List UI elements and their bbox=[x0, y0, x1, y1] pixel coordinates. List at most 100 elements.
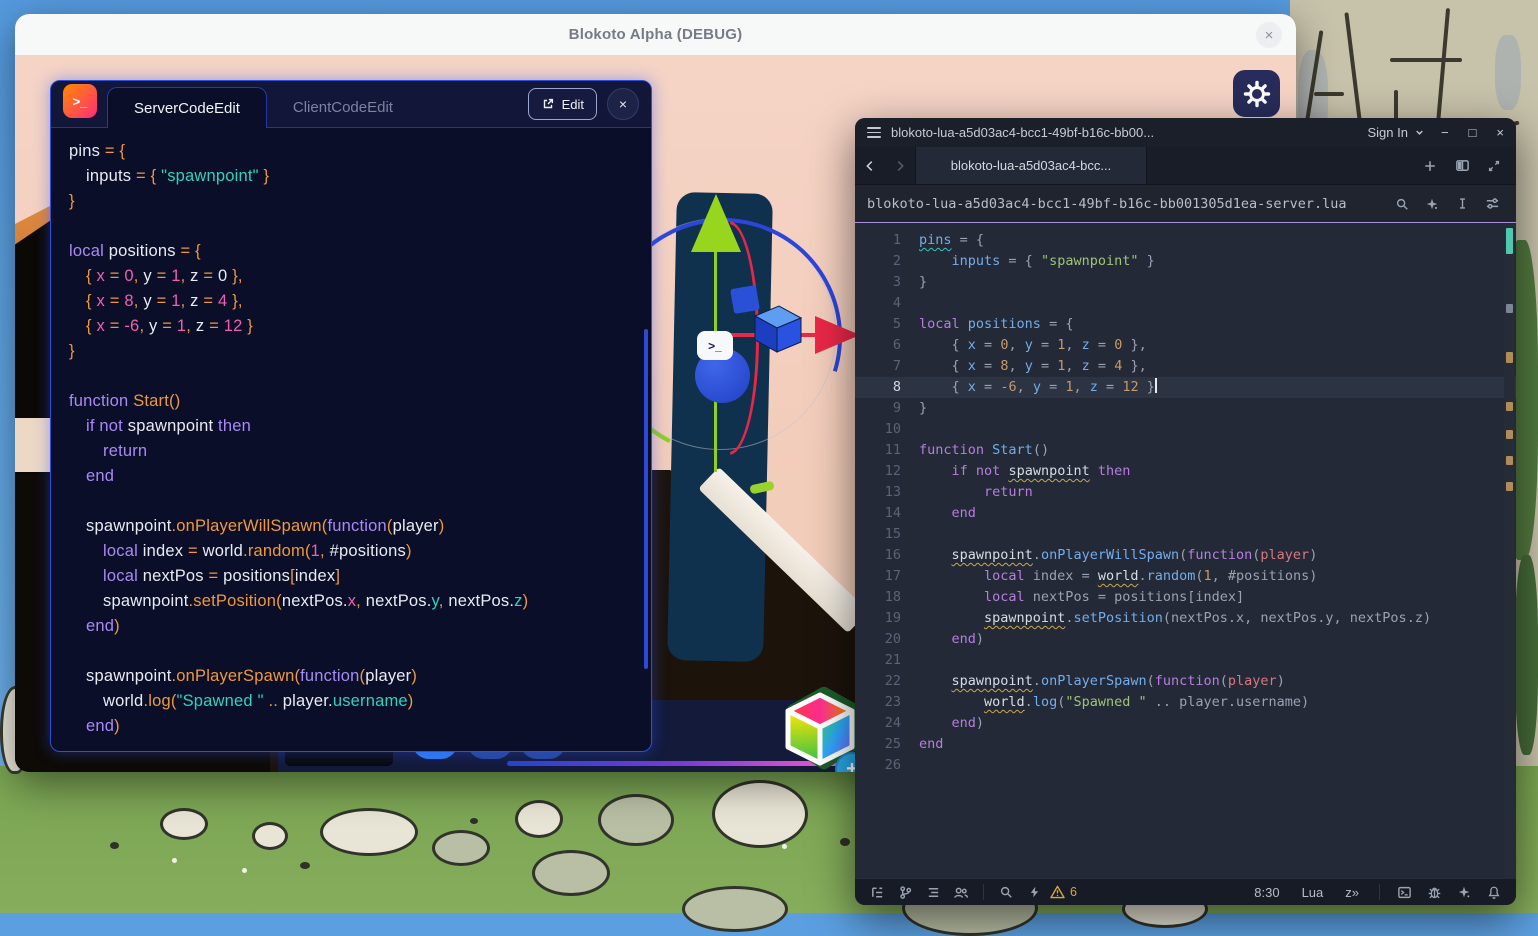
ingame-code-editor-panel: >_ ServerCodeEdit ClientCodeEdit Edit × … bbox=[50, 80, 652, 752]
git-branch-icon[interactable] bbox=[893, 881, 917, 903]
zed-code-editor[interactable]: 1pins = {2 inputs = { "spawnpoint" }3}45… bbox=[855, 224, 1516, 878]
search-icon[interactable] bbox=[1390, 192, 1414, 216]
zed-code-line: 21 bbox=[855, 650, 1516, 671]
zed-code-line: 15 bbox=[855, 524, 1516, 545]
language-indicator[interactable]: Lua bbox=[1294, 885, 1332, 900]
expand-icon[interactable] bbox=[1482, 154, 1506, 178]
ingame-editor-close-button[interactable]: × bbox=[607, 88, 639, 120]
line-number: 3 bbox=[855, 272, 919, 293]
zed-code-line: 9} bbox=[855, 398, 1516, 419]
close-button[interactable]: × bbox=[1496, 125, 1504, 140]
warnings-indicator[interactable]: 6 bbox=[1050, 885, 1077, 899]
line-number: 4 bbox=[855, 293, 919, 314]
line-number: 16 bbox=[855, 545, 919, 566]
line-number: 14 bbox=[855, 503, 919, 524]
tab-server-code-edit[interactable]: ServerCodeEdit bbox=[107, 87, 267, 128]
line-number: 9 bbox=[855, 398, 919, 419]
zed-code-line: 10 bbox=[855, 419, 1516, 440]
zed-titlebar: blokoto-lua-a5d03ac4-bcc1-49bf-b16c-bb00… bbox=[855, 118, 1516, 147]
scrollbar-mark-warning bbox=[1506, 482, 1513, 491]
gizmo-y-axis-arrow[interactable] bbox=[691, 194, 741, 252]
ingame-code-line: end) bbox=[69, 714, 633, 739]
ingame-code-line: spawnpoint.onPlayerSpawn(function(player… bbox=[69, 664, 633, 689]
text-cursor bbox=[1155, 378, 1157, 393]
file-path: blokoto-lua-a5d03ac4-bcc1-49bf-b16c-bb00… bbox=[867, 196, 1347, 212]
ingame-code-line: local positions = { bbox=[69, 239, 633, 264]
ingame-editor-header: >_ ServerCodeEdit ClientCodeEdit Edit × bbox=[51, 81, 651, 128]
cursor-position[interactable]: 8:30 bbox=[1246, 885, 1287, 900]
scrollbar-mark-warning bbox=[1506, 430, 1513, 439]
terminal-panel-icon[interactable] bbox=[1392, 881, 1416, 903]
edit-button[interactable]: Edit bbox=[528, 88, 597, 120]
script-terminal-badge[interactable]: >_ bbox=[697, 331, 733, 360]
edit-prediction-indicator[interactable]: z» bbox=[1337, 885, 1367, 900]
quick-action-icon[interactable] bbox=[1022, 881, 1046, 903]
ingame-code-line bbox=[69, 489, 633, 514]
zed-code-line: 17 local index = world.random(1, #positi… bbox=[855, 566, 1516, 587]
line-number: 21 bbox=[855, 650, 919, 671]
new-tab-icon[interactable] bbox=[1418, 154, 1442, 178]
minimize-button[interactable]: − bbox=[1441, 125, 1449, 140]
zed-code-line: 19 spawnpoint.setPosition(nextPos.x, nex… bbox=[855, 608, 1516, 629]
hamburger-icon[interactable] bbox=[867, 127, 881, 138]
ibeam-icon[interactable] bbox=[1450, 192, 1474, 216]
line-number: 24 bbox=[855, 713, 919, 734]
warning-icon bbox=[1050, 885, 1065, 899]
search-icon[interactable] bbox=[994, 881, 1018, 903]
ingame-code-area[interactable]: pins = {inputs = { "spawnpoint" }} local… bbox=[51, 128, 651, 751]
project-panel-icon[interactable] bbox=[865, 881, 889, 903]
assistant-sparkle-icon[interactable] bbox=[1452, 881, 1476, 903]
zed-code-line: 14 end bbox=[855, 503, 1516, 524]
back-arrow-icon[interactable] bbox=[855, 147, 885, 184]
tab-client-code-edit[interactable]: ClientCodeEdit bbox=[267, 87, 419, 127]
zed-scrollbar[interactable] bbox=[1504, 224, 1515, 878]
zed-code-line: 1pins = { bbox=[855, 230, 1516, 251]
scrollbar-mark-selection bbox=[1506, 228, 1513, 254]
terminal-icon: >_ bbox=[63, 84, 97, 118]
ingame-code-line: spawnpoint.onPlayerWillSpawn(function(pl… bbox=[69, 514, 633, 539]
forward-arrow-icon[interactable] bbox=[885, 147, 915, 184]
ingame-code-line: spawnpoint.setPosition(nextPos.x, nextPo… bbox=[69, 589, 633, 614]
ingame-code-line: local index = world.random(1, #positions… bbox=[69, 539, 633, 564]
zed-code-line: 7 { x = 8, y = 1, z = 4 }, bbox=[855, 356, 1516, 377]
bell-icon[interactable] bbox=[1482, 881, 1506, 903]
zed-code-line: 8 { x = -6, y = 1, z = 12 } bbox=[855, 377, 1516, 398]
line-number: 1 bbox=[855, 230, 919, 251]
zed-code-line: 22 spawnpoint.onPlayerSpawn(function(pla… bbox=[855, 671, 1516, 692]
sign-in-button[interactable]: Sign In bbox=[1367, 125, 1424, 140]
scrollbar-mark-warning bbox=[1506, 352, 1513, 363]
inline-assist-icon[interactable] bbox=[1420, 192, 1444, 216]
zed-code-line: 18 local nextPos = positions[index] bbox=[855, 587, 1516, 608]
zed-code-line: 13 return bbox=[855, 482, 1516, 503]
scene-beige-strip bbox=[15, 418, 53, 472]
settings-gear-button[interactable] bbox=[1233, 70, 1280, 117]
ingame-code-line: { x = -6, y = 1, z = 12 } bbox=[69, 314, 633, 339]
zed-code-line: 20 end) bbox=[855, 629, 1516, 650]
collab-icon[interactable] bbox=[949, 881, 973, 903]
ingame-code-line: { x = 0, y = 1, z = 0 }, bbox=[69, 264, 633, 289]
debug-icon[interactable] bbox=[1422, 881, 1446, 903]
game-window-close-button[interactable]: × bbox=[1256, 22, 1282, 48]
game-window-titlebar: Blokoto Alpha (DEBUG) × bbox=[15, 14, 1296, 55]
maximize-button[interactable]: □ bbox=[1469, 125, 1477, 140]
zed-status-bar: 6 8:30 Lua z» bbox=[855, 878, 1516, 905]
line-number: 22 bbox=[855, 671, 919, 692]
zed-window-title: blokoto-lua-a5d03ac4-bcc1-49bf-b16c-bb00… bbox=[891, 125, 1154, 140]
line-number: 11 bbox=[855, 440, 919, 461]
line-number: 2 bbox=[855, 251, 919, 272]
line-number: 5 bbox=[855, 314, 919, 335]
ingame-code-line: { x = 8, y = 1, z = 4 }, bbox=[69, 289, 633, 314]
outline-icon[interactable] bbox=[921, 881, 945, 903]
line-number: 12 bbox=[855, 461, 919, 482]
gizmo-x-axis-arrow[interactable] bbox=[815, 316, 860, 354]
ingame-editor-scrollbar[interactable] bbox=[644, 329, 648, 669]
filter-icon[interactable] bbox=[1480, 192, 1504, 216]
ingame-code-line: end) bbox=[69, 614, 633, 639]
zed-code-line: 3} bbox=[855, 272, 1516, 293]
split-pane-icon[interactable] bbox=[1450, 154, 1474, 178]
zed-file-tab[interactable]: blokoto-lua-a5d03ac4-bcc... bbox=[915, 147, 1147, 184]
ingame-code-line: pins = { bbox=[69, 139, 633, 164]
ingame-code-line bbox=[69, 364, 633, 389]
zed-code-line: 24 end) bbox=[855, 713, 1516, 734]
gizmo-blue-cube[interactable] bbox=[745, 300, 807, 358]
